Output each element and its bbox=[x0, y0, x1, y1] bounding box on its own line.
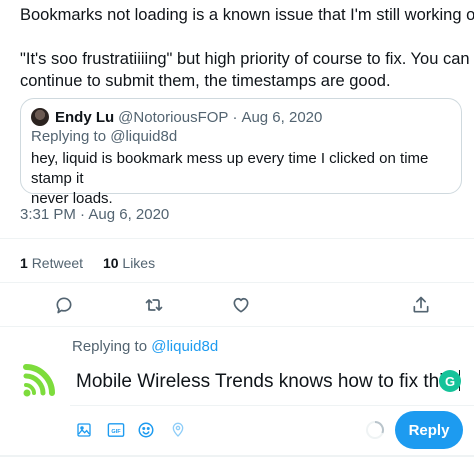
like-icon[interactable] bbox=[230, 294, 252, 316]
divider bbox=[0, 238, 474, 239]
quoted-replying-prefix: Replying to bbox=[31, 128, 111, 145]
character-count-ring-icon bbox=[364, 419, 386, 441]
quoted-tweet-header: Endy Lu @NotoriousFOP · Aug 6, 2020 bbox=[31, 107, 322, 127]
quoted-tweet-body: hey, liquid is bookmark mess up every ti… bbox=[31, 149, 456, 209]
reply-button[interactable]: Reply bbox=[395, 411, 463, 449]
quoted-replying-to: Replying to @liquid8d bbox=[31, 128, 177, 145]
retweets-stat[interactable]: 1 Retweet bbox=[20, 255, 83, 271]
retweets-label: Retweet bbox=[31, 255, 84, 271]
tweet-stats: 1 Retweet 10 Likes bbox=[20, 255, 155, 271]
composer-replying-to: Replying to @liquid8d bbox=[72, 338, 218, 355]
likes-label: Likes bbox=[122, 255, 156, 271]
likes-stat[interactable]: 10 Likes bbox=[103, 255, 155, 271]
tweet-text-line-3: continue to submit them, the timestamps … bbox=[20, 72, 391, 90]
quoted-author-avatar[interactable] bbox=[31, 108, 49, 126]
location-icon[interactable] bbox=[168, 420, 188, 440]
reply-text-input[interactable]: Mobile Wireless Trends knows how to fix … bbox=[76, 370, 461, 393]
svg-text:GIF: GIF bbox=[111, 429, 121, 435]
tweet-text-line-1: Bookmarks not loading is a known issue t… bbox=[20, 6, 474, 24]
tweet-timestamp[interactable]: 3:31 PM · Aug 6, 2020 bbox=[20, 206, 169, 223]
quoted-tweet-card[interactable]: Endy Lu @NotoriousFOP · Aug 6, 2020 Repl… bbox=[20, 98, 462, 207]
image-icon[interactable] bbox=[74, 420, 94, 440]
likes-count: 10 bbox=[102, 255, 119, 271]
quoted-replying-mention[interactable]: @liquid8d bbox=[110, 128, 177, 145]
divider bbox=[0, 326, 474, 327]
divider bbox=[0, 282, 474, 283]
emoji-icon[interactable] bbox=[136, 420, 156, 440]
composer-divider bbox=[70, 405, 474, 406]
reply-icon[interactable] bbox=[53, 294, 75, 316]
composer-replying-mention[interactable]: @liquid8d bbox=[151, 338, 218, 355]
composer-replying-prefix: Replying to bbox=[72, 338, 152, 355]
tweet-text: Bookmarks not loading is a known issue t… bbox=[20, 4, 474, 92]
quoted-tweet-date[interactable]: Aug 6, 2020 bbox=[241, 109, 322, 126]
gif-icon[interactable]: GIF bbox=[106, 420, 126, 440]
tweet-action-bar bbox=[0, 294, 474, 316]
dot-separator: · bbox=[232, 108, 238, 126]
quoted-author-handle[interactable]: @NotoriousFOP bbox=[118, 109, 228, 126]
quoted-author-name[interactable]: Endy Lu bbox=[55, 109, 114, 126]
retweets-count: 1 bbox=[20, 255, 28, 271]
grammarly-icon[interactable]: G bbox=[439, 370, 461, 392]
quoted-body-line-1: hey, liquid is bookmark mess up every ti… bbox=[31, 150, 429, 187]
tweet-text-line-2: "It's soo frustratiiiing" but high prior… bbox=[20, 50, 470, 68]
share-icon[interactable] bbox=[410, 294, 432, 316]
retweet-icon[interactable] bbox=[143, 294, 165, 316]
user-avatar[interactable] bbox=[18, 355, 64, 401]
reply-text-content: Mobile Wireless Trends knows how to fix … bbox=[76, 371, 459, 392]
